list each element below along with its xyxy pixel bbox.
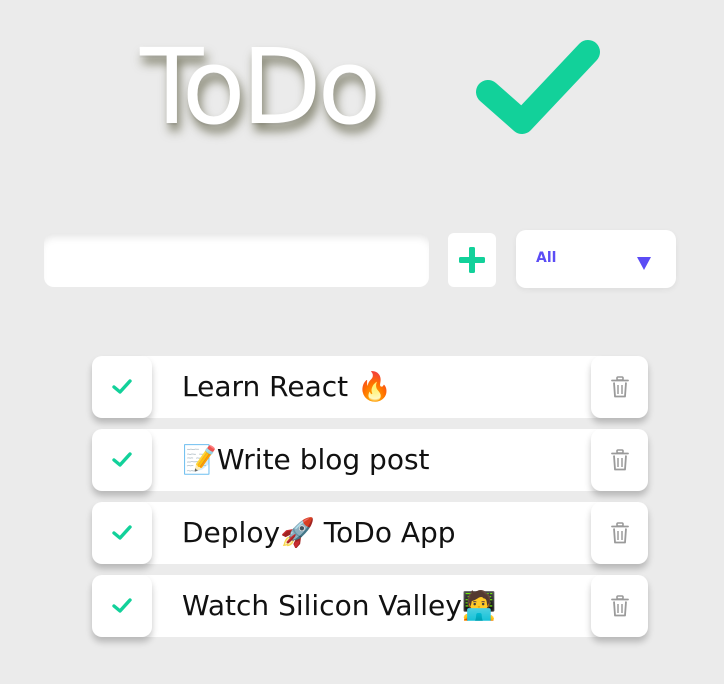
- todo-text: Watch Silicon Valley🧑‍💻: [182, 589, 497, 622]
- check-icon: [112, 525, 132, 540]
- todo-text: Deploy🚀 ToDo App: [182, 516, 456, 549]
- trash-icon: [610, 522, 629, 544]
- filter-selected-value: All: [536, 250, 557, 266]
- triangle-down-icon: [637, 257, 651, 270]
- trash-icon: [610, 449, 629, 471]
- todo-item: Deploy🚀 ToDo App: [92, 502, 648, 564]
- app-title: ToDo: [140, 26, 381, 148]
- todo-item-body: Deploy🚀 ToDo App: [112, 502, 632, 564]
- complete-button[interactable]: [92, 575, 152, 637]
- check-icon: [112, 379, 132, 394]
- delete-button[interactable]: [591, 502, 648, 564]
- todo-item-body: Learn React 🔥: [112, 356, 632, 418]
- delete-button[interactable]: [591, 429, 648, 491]
- todo-text: Learn React 🔥: [182, 370, 392, 403]
- trash-icon: [610, 376, 629, 398]
- complete-button[interactable]: [92, 502, 152, 564]
- delete-button[interactable]: [591, 575, 648, 637]
- todo-item: Watch Silicon Valley🧑‍💻: [92, 575, 648, 637]
- todo-item: Learn React 🔥: [92, 356, 648, 418]
- add-todo-button[interactable]: [448, 233, 496, 287]
- complete-button[interactable]: [92, 356, 152, 418]
- delete-button[interactable]: [591, 356, 648, 418]
- check-icon: [112, 452, 132, 467]
- todo-text: 📝Write blog post: [182, 443, 430, 476]
- trash-icon: [610, 595, 629, 617]
- title-check-icon: [476, 40, 600, 134]
- todo-item-body: 📝Write blog post: [112, 429, 632, 491]
- complete-button[interactable]: [92, 429, 152, 491]
- todo-input[interactable]: [44, 233, 429, 287]
- check-icon: [112, 598, 132, 613]
- plus-icon: [459, 247, 485, 273]
- todo-list: Learn React 🔥 📝Write blog post Deploy🚀 T…: [92, 356, 648, 648]
- app-header: ToDo: [140, 22, 600, 152]
- todo-item-body: Watch Silicon Valley🧑‍💻: [112, 575, 632, 637]
- todo-item: 📝Write blog post: [92, 429, 648, 491]
- filter-select[interactable]: All: [516, 230, 676, 288]
